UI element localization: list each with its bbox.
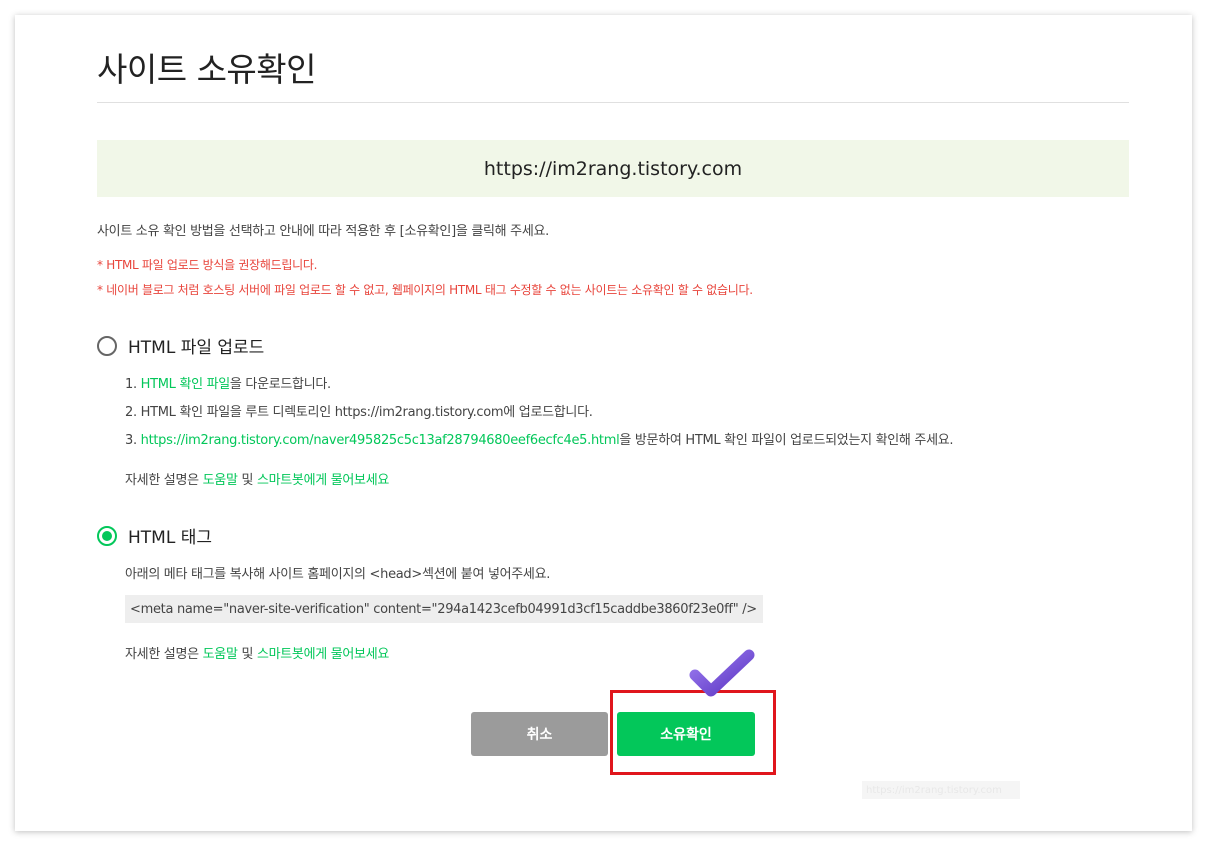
option-html-file[interactable]: HTML 파일 업로드 <box>97 333 264 358</box>
cancel-button[interactable]: 취소 <box>471 712 608 756</box>
blurred-watermark: https://im2rang.tistory.com <box>862 781 1020 799</box>
help-link[interactable]: 도움말 <box>203 647 238 662</box>
radio-html-tag[interactable] <box>97 525 117 546</box>
step-1: 1. HTML 확인 파일을 다운로드합니다. <box>125 373 331 392</box>
help-prefix: 자세한 설명은 <box>125 647 203 662</box>
step-1-prefix: 1. <box>125 377 141 392</box>
help-mid: 및 <box>237 473 257 488</box>
option-html-tag[interactable]: HTML 태그 <box>97 523 212 548</box>
help-link[interactable]: 도움말 <box>203 473 238 488</box>
help-text-file: 자세한 설명은 도움말 및 스마트봇에게 물어보세요 <box>125 469 389 488</box>
verification-file-url-link[interactable]: https://im2rang.tistory.com/naver495825c… <box>141 433 620 448</box>
help-text-tag: 자세한 설명은 도움말 및 스마트봇에게 물어보세요 <box>125 643 389 662</box>
step-3-prefix: 3. <box>125 433 141 448</box>
download-html-file-link[interactable]: HTML 확인 파일 <box>141 377 231 392</box>
warning-recommend: * HTML 파일 업로드 방식을 권장해드립니다. <box>97 258 318 272</box>
page-title: 사이트 소유확인 <box>97 50 317 89</box>
step-2: 2. HTML 확인 파일을 루트 디렉토리인 https://im2rang.… <box>125 405 593 420</box>
help-mid: 및 <box>237 647 257 662</box>
smartbot-link[interactable]: 스마트봇에게 물어보세요 <box>257 473 389 488</box>
smartbot-link[interactable]: 스마트봇에게 물어보세요 <box>257 647 389 662</box>
option-html-tag-label: HTML 태그 <box>128 528 212 548</box>
radio-html-file[interactable] <box>97 335 117 356</box>
warning-unsupported: * 네이버 블로그 처럼 호스팅 서버에 파일 업로드 할 수 없고, 웹페이지… <box>97 283 753 297</box>
step-3: 3. https://im2rang.tistory.com/naver4958… <box>125 429 954 448</box>
checkmark-icon <box>689 649 755 697</box>
site-url-box: https://im2rang.tistory.com <box>97 140 1129 197</box>
html-tag-instruction: 아래의 메타 태그를 복사해 사이트 홈페이지의 <head>섹션에 붙여 넣어… <box>125 567 551 582</box>
radio-selected-dot <box>102 530 112 541</box>
help-prefix: 자세한 설명은 <box>125 473 203 488</box>
meta-tag-code-text: <meta name="naver-site-verification" con… <box>130 601 757 617</box>
instruction-text: 사이트 소유 확인 방법을 선택하고 안내에 따라 적용한 후 [소유확인]을 … <box>97 224 549 239</box>
option-html-file-label: HTML 파일 업로드 <box>128 338 265 358</box>
site-url: https://im2rang.tistory.com <box>483 157 743 180</box>
step-1-suffix: 을 다운로드합니다. <box>229 377 331 392</box>
site-ownership-panel: 사이트 소유확인 https://im2rang.tistory.com 사이트… <box>15 15 1192 831</box>
title-divider <box>97 102 1129 103</box>
step-3-suffix: 을 방문하여 HTML 확인 파일이 업로드되었는지 확인해 주세요. <box>619 433 954 448</box>
meta-tag-code[interactable]: <meta name="naver-site-verification" con… <box>125 595 763 623</box>
